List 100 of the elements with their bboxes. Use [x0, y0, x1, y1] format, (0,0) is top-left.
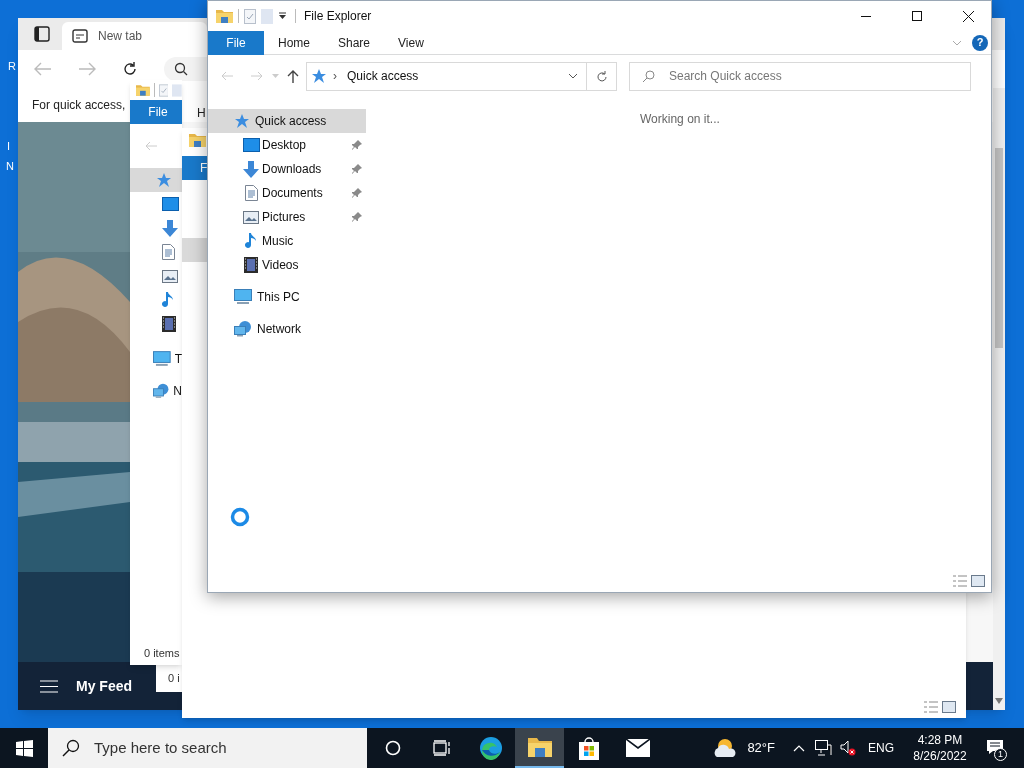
- nav-item[interactable]: Network: [208, 317, 366, 341]
- nav-label[interactable]: N: [173, 382, 182, 400]
- folder-icon: [136, 83, 150, 97]
- nav-label[interactable]: T: [174, 350, 182, 368]
- ribbon-tab[interactable]: Share: [324, 30, 385, 55]
- close-icon: [962, 10, 974, 22]
- network-icon[interactable]: [815, 740, 832, 756]
- new-folder-icon: [261, 8, 273, 24]
- search-field[interactable]: Search Quick access: [629, 61, 971, 91]
- loading-spinner-icon: [230, 507, 250, 527]
- pin-icon[interactable]: [352, 212, 362, 222]
- pin-icon[interactable]: [352, 164, 362, 174]
- infobar-text: For quick access,: [32, 97, 126, 114]
- nav-item[interactable]: Downloads: [208, 157, 366, 181]
- star-icon: [234, 113, 250, 129]
- star-icon: [311, 68, 327, 84]
- maximize-icon: [912, 11, 922, 21]
- refresh-icon[interactable]: [122, 61, 138, 77]
- computer-icon: [153, 351, 171, 367]
- download-icon: [243, 160, 259, 178]
- edge-icon: [478, 736, 503, 760]
- status-text: 0 items: [144, 645, 180, 661]
- document-icon: [162, 244, 175, 260]
- large-icons-view-icon[interactable]: [942, 701, 956, 713]
- ribbon-tab[interactable]: View: [384, 30, 438, 55]
- picture-icon: [162, 269, 178, 283]
- breadcrumb[interactable]: Quick access: [347, 67, 419, 85]
- address-bar[interactable]: [164, 57, 207, 81]
- muted-speaker-icon[interactable]: [840, 740, 856, 756]
- windows-logo-icon: [15, 739, 33, 757]
- nav-item[interactable]: Pictures: [208, 205, 366, 229]
- search-icon: [62, 739, 80, 757]
- ribbon-tab[interactable]: Home: [264, 30, 324, 55]
- status-message: Working on it...: [640, 112, 720, 126]
- chevron-down-icon[interactable]: [568, 73, 578, 79]
- network-icon: [234, 321, 252, 337]
- music-note-icon: [162, 291, 174, 309]
- browser-tab[interactable]: New tab: [62, 22, 207, 50]
- film-icon: [162, 316, 176, 332]
- folder-icon: [189, 133, 206, 147]
- taskbar-app-button[interactable]: [515, 728, 564, 768]
- nav-item[interactable]: Desktop: [208, 133, 366, 157]
- tab-page-icon: [72, 29, 88, 43]
- up-arrow-icon[interactable]: [287, 69, 299, 83]
- desktop-icon: [162, 197, 179, 211]
- menu-icon[interactable]: [40, 679, 58, 693]
- scroll-down-icon[interactable]: [995, 698, 1003, 704]
- network-icon: [153, 383, 170, 399]
- picture-icon: [243, 210, 259, 224]
- desktop-icon-label: I: [7, 139, 11, 154]
- minimize-icon: [861, 15, 871, 17]
- folder-icon: [216, 9, 233, 23]
- search-icon: [642, 69, 655, 83]
- nav-item[interactable]: Documents: [208, 181, 366, 205]
- desktop-icon: [242, 138, 260, 152]
- status-text: 0 i: [168, 670, 180, 686]
- clock[interactable]: 4:28 PM 8/26/2022: [908, 732, 972, 764]
- address-bar[interactable]: › Quick access: [306, 61, 587, 91]
- computer-icon: [234, 289, 252, 305]
- large-icons-view-icon[interactable]: [971, 575, 985, 587]
- expand-ribbon-icon[interactable]: [952, 39, 962, 46]
- nav-item[interactable]: Quick access: [208, 109, 366, 133]
- film-icon: [244, 257, 258, 273]
- search-icon: [174, 62, 188, 76]
- star-icon: [156, 172, 172, 188]
- folder-icon: [527, 737, 552, 757]
- ribbon-tab[interactable]: F: [182, 156, 207, 180]
- language-indicator[interactable]: ENG: [868, 739, 894, 757]
- refresh-button[interactable]: [587, 61, 617, 91]
- pin-icon[interactable]: [352, 140, 362, 150]
- taskbar-search-field[interactable]: Type here to search: [48, 728, 367, 768]
- new-folder-icon: [172, 82, 182, 98]
- dropdown-caret-icon[interactable]: [278, 12, 287, 20]
- nav-item[interactable]: Videos: [208, 253, 366, 277]
- refresh-icon: [595, 69, 608, 83]
- download-icon: [162, 219, 178, 237]
- help-icon[interactable]: ?: [972, 34, 988, 51]
- task-view-icon: [432, 740, 451, 756]
- desktop-icon-label: R: [8, 59, 16, 74]
- ribbon-tab[interactable]: H: [197, 104, 206, 122]
- weather-temperature[interactable]: 82°F: [747, 738, 775, 758]
- ribbon-tab[interactable]: File: [130, 100, 182, 124]
- scrollbar-thumb[interactable]: [995, 148, 1003, 348]
- desktop-icon-label: N: [6, 159, 14, 174]
- nav-item[interactable]: This PC: [208, 285, 366, 309]
- pin-icon[interactable]: [352, 188, 362, 198]
- shopping-bag-icon: [577, 736, 600, 760]
- properties-icon: [244, 8, 256, 24]
- breadcrumb-separator: ›: [333, 68, 337, 85]
- feed-title[interactable]: My Feed: [76, 675, 132, 697]
- notification-badge: 1: [994, 748, 1007, 761]
- music-note-icon: [245, 232, 257, 250]
- mail-icon: [625, 739, 650, 757]
- scrollbar[interactable]: [993, 88, 1005, 710]
- window-title: File Explorer: [304, 8, 372, 25]
- sidebar-toggle-icon[interactable]: [34, 26, 50, 42]
- document-icon: [244, 185, 258, 201]
- chevron-up-icon[interactable]: [793, 744, 805, 752]
- ribbon-tab[interactable]: File: [208, 30, 264, 55]
- nav-item[interactable]: Music: [208, 229, 366, 253]
